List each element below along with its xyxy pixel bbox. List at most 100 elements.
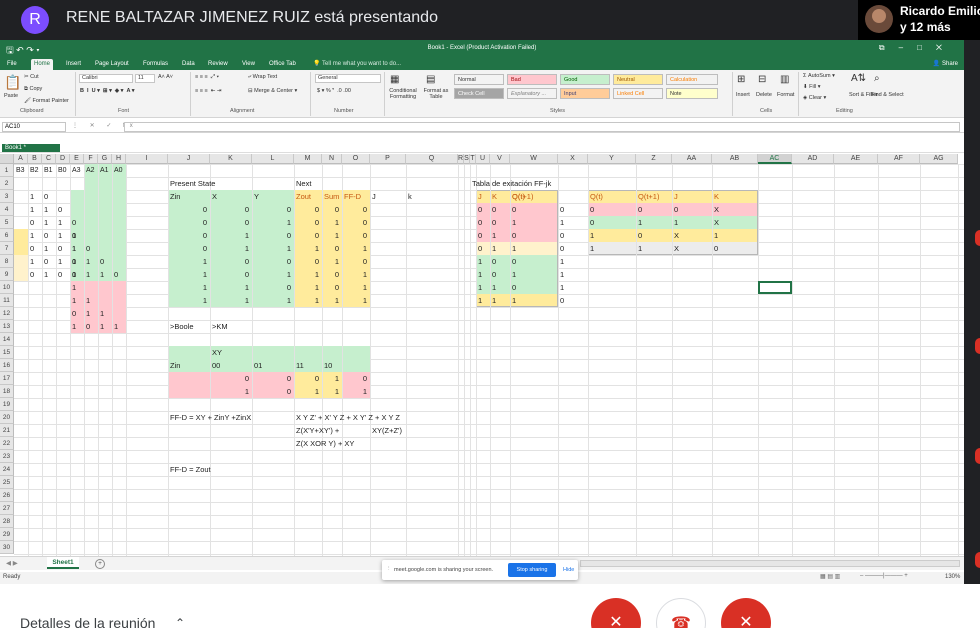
style-neutral[interactable]: Neutral bbox=[613, 74, 663, 85]
row-header[interactable]: 25 bbox=[0, 476, 14, 489]
row-header[interactable]: 12 bbox=[0, 307, 14, 320]
font-name-select[interactable]: Calibri bbox=[79, 74, 133, 83]
row-header[interactable]: 21 bbox=[0, 424, 14, 437]
fill-button[interactable]: ⬇ Fill ▾ bbox=[803, 84, 820, 90]
style-linked-cell[interactable]: Linked Cell bbox=[613, 88, 663, 99]
align-buttons[interactable]: ≡ ≡ ≡ ⇤ ⇥ bbox=[195, 88, 222, 94]
row-header[interactable]: 4 bbox=[0, 203, 14, 216]
column-header[interactable]: K bbox=[210, 154, 252, 164]
column-header[interactable]: C bbox=[42, 154, 56, 164]
column-header[interactable]: N bbox=[322, 154, 342, 164]
style-check-cell[interactable]: Check Cell bbox=[454, 88, 504, 99]
column-header[interactable]: M bbox=[294, 154, 322, 164]
cut-button[interactable]: ✂ Cut bbox=[24, 74, 39, 80]
row-header[interactable]: 28 bbox=[0, 515, 14, 528]
column-header[interactable]: X bbox=[558, 154, 588, 164]
delete-cells-button[interactable]: Delete bbox=[756, 92, 772, 98]
column-header[interactable]: B bbox=[28, 154, 42, 164]
bold-italic-underline[interactable]: B I U ▾ ⊞ ▾ ◈ ▾ A ▾ bbox=[80, 88, 135, 94]
column-header[interactable]: H bbox=[112, 154, 126, 164]
column-header[interactable]: I bbox=[126, 154, 168, 164]
window-controls[interactable]: ⧉–□✕ bbox=[879, 43, 956, 53]
number-format-buttons[interactable]: $ ▾ % ❜ .0 .00 bbox=[317, 88, 351, 94]
column-header[interactable]: D bbox=[56, 154, 70, 164]
font-size-select[interactable]: 11 bbox=[135, 74, 155, 83]
tab-home[interactable]: Home bbox=[31, 59, 54, 70]
column-header[interactable]: F bbox=[84, 154, 98, 164]
sheet-nav-arrows[interactable]: ◀ ▶ bbox=[6, 559, 18, 567]
select-all-corner[interactable] bbox=[0, 154, 14, 164]
add-sheet-icon[interactable]: + bbox=[95, 559, 105, 569]
view-buttons[interactable]: ▦ ▤ ▥ bbox=[820, 573, 840, 580]
row-header[interactable]: 6 bbox=[0, 229, 14, 242]
format-cells-button[interactable]: Format bbox=[777, 92, 794, 98]
column-header[interactable]: P bbox=[370, 154, 406, 164]
column-header[interactable]: E bbox=[70, 154, 84, 164]
chevron-up-icon[interactable]: ⌃ bbox=[175, 616, 185, 628]
column-header[interactable]: A bbox=[14, 154, 28, 164]
workbook-tab[interactable]: Book1 * bbox=[2, 144, 60, 152]
tell-me-search[interactable]: 💡 Tell me what you want to do... bbox=[313, 59, 401, 70]
paste-button[interactable]: Paste bbox=[4, 93, 18, 99]
style-explanatory[interactable]: Explanatory ... bbox=[507, 88, 557, 99]
sheet-tab-sheet1[interactable]: Sheet1 bbox=[47, 557, 79, 569]
mic-off-icon[interactable]: ✕ bbox=[591, 598, 641, 628]
align-top-buttons[interactable]: ≡ ≡ ≡ ⤢ ▾ bbox=[195, 74, 219, 81]
column-header[interactable]: L bbox=[252, 154, 294, 164]
column-header[interactable]: G bbox=[98, 154, 112, 164]
row-header[interactable]: 16 bbox=[0, 359, 14, 372]
font-grow-shrink[interactable]: A˄ A˅ bbox=[158, 74, 173, 80]
row-header[interactable]: 7 bbox=[0, 242, 14, 255]
insert-cells-button[interactable]: Insert bbox=[736, 92, 750, 98]
row-header[interactable]: 13 bbox=[0, 320, 14, 333]
row-header[interactable]: 24 bbox=[0, 463, 14, 476]
row-header[interactable]: 23 bbox=[0, 450, 14, 463]
hide-button[interactable]: Hide bbox=[563, 567, 574, 573]
tab-insert[interactable]: Insert bbox=[63, 59, 84, 70]
column-header[interactable]: O bbox=[342, 154, 370, 164]
style-bad[interactable]: Bad bbox=[507, 74, 557, 85]
row-header[interactable]: 27 bbox=[0, 502, 14, 515]
drag-handle-icon[interactable]: ⋮ bbox=[386, 566, 392, 572]
row-header[interactable]: 15 bbox=[0, 346, 14, 359]
column-header[interactable]: U bbox=[476, 154, 490, 164]
worksheet-grid[interactable]: A B C D E F G H I J K L M N O P Q R S T U V W X Y Z AA AB AC AD AE AF AG… bbox=[0, 154, 964, 556]
column-header[interactable]: Y bbox=[588, 154, 636, 164]
merge-center-button[interactable]: ⊟ Merge & Center ▾ bbox=[248, 88, 297, 94]
selected-cell-ac10[interactable] bbox=[758, 281, 792, 294]
row-header[interactable]: 2 bbox=[0, 177, 14, 190]
style-normal[interactable]: Normal bbox=[454, 74, 504, 85]
number-format-select[interactable]: General bbox=[315, 74, 381, 83]
wrap-text-button[interactable]: ⤶ Wrap Text bbox=[248, 74, 277, 81]
column-header[interactable]: Z bbox=[636, 154, 672, 164]
column-header[interactable]: J bbox=[168, 154, 210, 164]
row-header[interactable]: 3 bbox=[0, 190, 14, 203]
row-header[interactable]: 8 bbox=[0, 255, 14, 268]
tab-data[interactable]: Data bbox=[179, 59, 198, 70]
column-header[interactable]: AC bbox=[758, 154, 792, 164]
style-input[interactable]: Input bbox=[560, 88, 610, 99]
tab-formulas[interactable]: Formulas bbox=[140, 59, 171, 70]
row-header[interactable]: 11 bbox=[0, 294, 14, 307]
row-header[interactable]: 10 bbox=[0, 281, 14, 294]
format-as-table-button[interactable]: Format as Table bbox=[422, 88, 450, 100]
share-button[interactable]: 👤 Share bbox=[933, 59, 958, 70]
meeting-details-button[interactable]: Detalles de la reunión bbox=[20, 615, 155, 628]
column-header[interactable]: AD bbox=[792, 154, 834, 164]
row-header[interactable]: 5 bbox=[0, 216, 14, 229]
camera-off-icon[interactable]: ✕ bbox=[721, 598, 771, 628]
column-header[interactable]: AB bbox=[712, 154, 758, 164]
participant-tile[interactable]: Ricardo Emilio y 12 más bbox=[858, 0, 980, 40]
find-select-button[interactable]: Find & Select bbox=[871, 92, 904, 98]
conditional-formatting-button[interactable]: Conditional Formatting bbox=[387, 88, 419, 100]
stop-sharing-button[interactable]: Stop sharing bbox=[508, 563, 556, 577]
style-note[interactable]: Note bbox=[666, 88, 718, 99]
zoom-slider[interactable]: – ———|——— + bbox=[860, 573, 908, 579]
row-header[interactable]: 30 bbox=[0, 541, 14, 554]
tab-file[interactable]: File bbox=[4, 59, 20, 70]
row-header[interactable]: 1 bbox=[0, 164, 14, 177]
clear-button[interactable]: ◈ Clear ▾ bbox=[803, 95, 826, 101]
row-header[interactable]: 26 bbox=[0, 489, 14, 502]
phone-hangup-icon[interactable]: ☎ bbox=[656, 598, 706, 628]
column-header[interactable]: AF bbox=[878, 154, 920, 164]
